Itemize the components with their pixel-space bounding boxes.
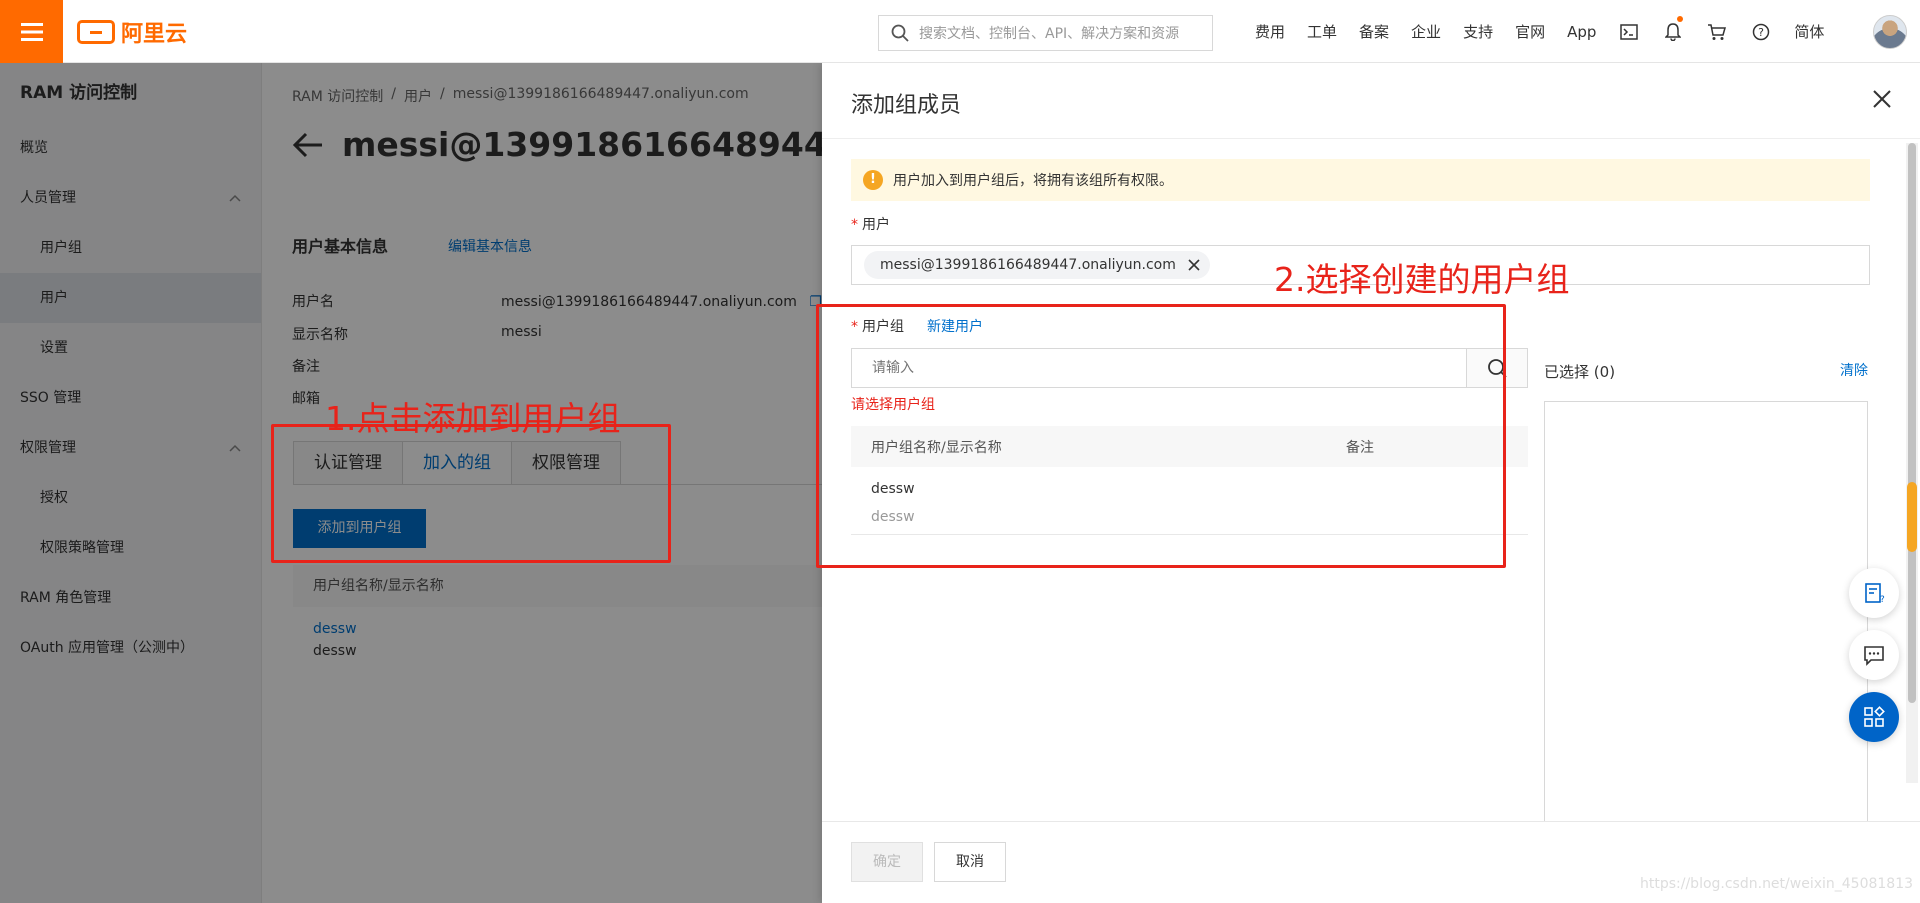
drawer-divider bbox=[822, 138, 1920, 139]
annotation-box-step2 bbox=[816, 304, 1506, 568]
notice-text: 用户加入到用户组后，将拥有该组所有权限。 bbox=[893, 173, 1173, 189]
selected-user-tag: messi@1399186166489447.onaliyun.com bbox=[864, 251, 1210, 279]
chat-icon bbox=[1864, 646, 1884, 666]
user-field-label: * 用户 bbox=[851, 217, 890, 233]
search-icon bbox=[891, 24, 909, 42]
aliyun-logo[interactable]: 阿里云 bbox=[77, 17, 187, 47]
logo-icon bbox=[77, 20, 115, 44]
nav-support[interactable]: 支持 bbox=[1452, 21, 1504, 42]
nav-fees[interactable]: 费用 bbox=[1244, 21, 1296, 42]
notification-dot bbox=[1677, 16, 1684, 22]
top-bar: 阿里云 搜索文档、控制台、API、解决方案和资源 费用 工单 备案 企业 支持 … bbox=[0, 0, 1920, 63]
hamburger-icon bbox=[20, 22, 43, 41]
warning-icon: ! bbox=[863, 170, 883, 190]
annotation-step2: 2.选择创建的用户组 bbox=[1274, 260, 1570, 299]
drawer-scrollbar[interactable] bbox=[1906, 143, 1918, 783]
svg-text:?: ? bbox=[1758, 26, 1764, 39]
watermark: https://blog.csdn.net/weixin_45081813 bbox=[1640, 876, 1914, 892]
nav-enterprise[interactable]: 企业 bbox=[1400, 21, 1452, 42]
selected-count: (0) bbox=[1593, 363, 1616, 381]
search-placeholder: 搜索文档、控制台、API、解决方案和资源 bbox=[919, 26, 1180, 42]
clear-link[interactable]: 清除 bbox=[1840, 360, 1868, 380]
language-switch[interactable]: 简体 bbox=[1783, 21, 1835, 42]
apps-button[interactable] bbox=[1849, 692, 1899, 742]
feedback-button[interactable]: ? bbox=[1849, 568, 1899, 618]
side-drag-handle[interactable] bbox=[1907, 482, 1917, 552]
remove-tag-icon[interactable] bbox=[1188, 259, 1200, 271]
menu-button[interactable] bbox=[0, 0, 63, 63]
confirm-button[interactable]: 确定 bbox=[851, 842, 923, 882]
scroll-thumb[interactable] bbox=[1908, 143, 1916, 703]
help-icon[interactable]: ? bbox=[1739, 0, 1783, 63]
close-icon[interactable] bbox=[1872, 89, 1892, 109]
chat-button[interactable] bbox=[1849, 630, 1899, 680]
annotation-box-step1 bbox=[271, 424, 671, 563]
cart-icon[interactable] bbox=[1695, 0, 1739, 63]
selected-label: 已选择 (0) bbox=[1544, 363, 1616, 381]
cancel-button[interactable]: 取消 bbox=[934, 842, 1006, 882]
annotation-step1: 1.点击添加到用户组 bbox=[325, 399, 621, 438]
nav-icp[interactable]: 备案 bbox=[1348, 21, 1400, 42]
nav-website[interactable]: 官网 bbox=[1504, 21, 1556, 42]
user-tag-text: messi@1399186166489447.onaliyun.com bbox=[880, 257, 1176, 273]
nav-app[interactable]: App bbox=[1556, 23, 1607, 41]
bell-icon[interactable] bbox=[1651, 0, 1695, 63]
document-edit-icon: ? bbox=[1865, 583, 1885, 604]
apps-icon bbox=[1864, 706, 1885, 727]
nav-tickets[interactable]: 工单 bbox=[1296, 21, 1348, 42]
notice-banner: ! 用户加入到用户组后，将拥有该组所有权限。 bbox=[851, 159, 1870, 201]
drawer-title: 添加组成员 bbox=[851, 93, 962, 118]
top-nav: 费用 工单 备案 企业 支持 官网 App ? 简体 bbox=[1244, 0, 1835, 63]
logo-text: 阿里云 bbox=[121, 22, 188, 47]
selected-list bbox=[1544, 401, 1868, 851]
svg-text:?: ? bbox=[1880, 595, 1885, 604]
terminal-icon[interactable] bbox=[1607, 0, 1651, 63]
avatar[interactable] bbox=[1873, 15, 1907, 49]
global-search[interactable]: 搜索文档、控制台、API、解决方案和资源 bbox=[878, 15, 1213, 51]
